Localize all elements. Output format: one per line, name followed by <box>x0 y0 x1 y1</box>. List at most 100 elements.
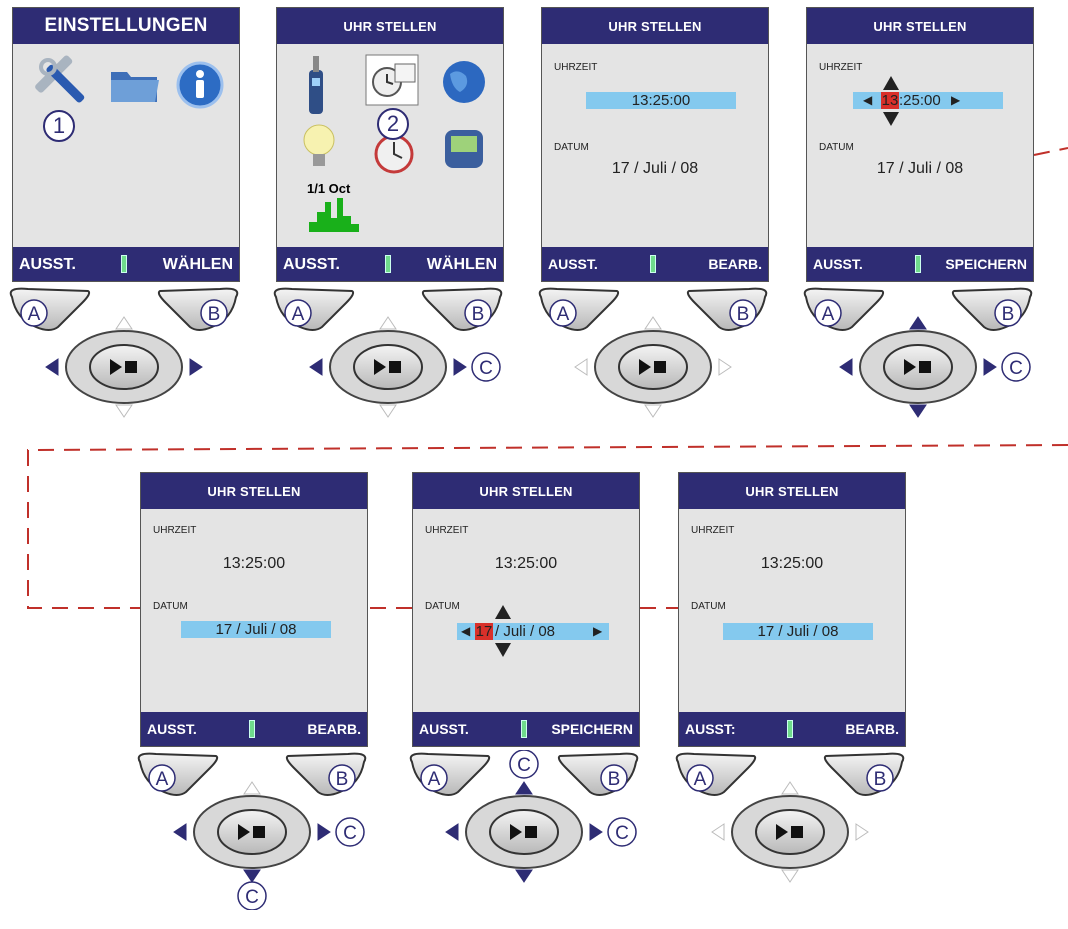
screen-clock-edit-time: UHR STELLEN UHRZEIT ◀ 13 :25:00 ▶ DATUM … <box>806 7 1034 282</box>
time-edit-field[interactable]: ◀ 13 :25:00 ▶ <box>853 92 1003 109</box>
battery-icon <box>521 720 527 738</box>
control-pad-1: AB <box>9 287 239 418</box>
date-value-field[interactable]: 17 / Juli / 08 <box>723 623 873 640</box>
time-label: UHRZEIT <box>153 525 197 536</box>
play-stop-button[interactable] <box>89 344 159 390</box>
octave-band-icon[interactable] <box>307 194 361 234</box>
octave-label: 1/1 Oct <box>307 181 351 196</box>
c-right-marker-letter: C <box>343 823 357 844</box>
right-arrow-button[interactable] <box>855 823 869 841</box>
down-arrow-button[interactable] <box>379 404 397 418</box>
play-stop-button[interactable] <box>618 344 688 390</box>
day-selected[interactable]: 17 <box>475 623 493 640</box>
right-arrow-icon: ▶ <box>951 93 961 107</box>
control-pad-2: A B C <box>273 287 503 418</box>
right-arrow-button[interactable] <box>589 823 603 841</box>
right-arrow-button[interactable] <box>983 358 997 376</box>
info-icon[interactable] <box>175 60 225 110</box>
softkey-b-label: BEARB. <box>307 721 361 737</box>
softkey-a-letter: A <box>428 769 441 790</box>
down-arrow-button[interactable] <box>644 404 662 418</box>
up-arrow-button[interactable] <box>515 781 533 795</box>
left-arrow-button[interactable] <box>173 823 187 841</box>
softkey-bar: AUSST. SPEICHERN <box>413 712 639 746</box>
up-arrow-button[interactable] <box>909 316 927 330</box>
stop-icon <box>125 361 137 373</box>
softkey-a-label: AUSST. <box>283 256 340 273</box>
down-arrow-button[interactable] <box>243 869 261 883</box>
softkey-b-letter: B <box>737 304 750 325</box>
screen-clock-menu: UHR STELLEN 1/1 Oct 2 AUSST. WÄHLEN <box>276 7 504 282</box>
screen-clock-edit-date: UHR STELLEN UHRZEIT 13:25:00 DATUM ◀ 17 … <box>412 472 640 747</box>
c-up-marker-letter: C <box>517 755 531 776</box>
globe-icon[interactable] <box>440 58 488 106</box>
battery-icon <box>385 255 391 273</box>
left-arrow-button[interactable] <box>711 823 725 841</box>
time-value-field[interactable]: 13:25:00 <box>586 92 736 109</box>
play-stop-button[interactable] <box>217 809 287 855</box>
down-arrow-button[interactable] <box>909 404 927 418</box>
right-arrow-button[interactable] <box>453 358 467 376</box>
time-label: UHRZEIT <box>425 525 469 536</box>
tools-icon[interactable] <box>35 54 95 114</box>
play-stop-button[interactable] <box>489 809 559 855</box>
up-arrow-button[interactable] <box>379 316 397 330</box>
softkey-bar: AUSST. WÄHLEN <box>277 247 503 281</box>
screen-clock-view-date: UHR STELLEN UHRZEIT 13:25:00 DATUM 17 / … <box>140 472 368 747</box>
screen-clock-saved: UHR STELLEN UHRZEIT 13:25:00 DATUM 17 / … <box>678 472 906 747</box>
date-edit-field[interactable]: ◀ 17 / Juli / 08 ▶ <box>457 623 609 640</box>
softkey-b-letter: B <box>1002 304 1015 325</box>
left-arrow-button[interactable] <box>45 358 59 376</box>
folder-icon[interactable] <box>109 66 161 106</box>
up-arrow-button[interactable] <box>243 781 261 795</box>
left-arrow-button[interactable] <box>309 358 323 376</box>
time-rest: :25:00 <box>899 92 941 109</box>
stop-icon <box>791 826 803 838</box>
device-icon[interactable] <box>441 126 487 172</box>
left-arrow-button[interactable] <box>445 823 459 841</box>
lightbulb-icon[interactable] <box>299 122 339 174</box>
down-arrow-button[interactable] <box>781 869 799 883</box>
up-arrow-button[interactable] <box>115 316 133 330</box>
softkey-b-label: SPEICHERN <box>551 721 633 737</box>
left-arrow-button[interactable] <box>574 358 588 376</box>
play-stop-button[interactable] <box>353 344 423 390</box>
softkey-a-label: AUSST. <box>813 256 863 272</box>
time-label: UHRZEIT <box>691 525 735 536</box>
softkey-a-letter: A <box>694 769 707 790</box>
softkey-a-label: AUSST. <box>147 721 197 737</box>
right-arrow-button[interactable] <box>317 823 331 841</box>
softkey-a-label: AUSST. <box>19 256 76 273</box>
down-arrow-button[interactable] <box>515 869 533 883</box>
screen-title: EINSTELLUNGEN <box>13 8 239 44</box>
up-arrow-button[interactable] <box>781 781 799 795</box>
softkey-b-letter: B <box>472 304 485 325</box>
play-stop-button[interactable] <box>755 809 825 855</box>
softkey-b-label: WÄHLEN <box>162 256 233 273</box>
time-label: UHRZEIT <box>819 62 863 73</box>
play-stop-button[interactable] <box>883 344 953 390</box>
softkey-a-label: AUSST: <box>685 721 736 737</box>
date-label: DATUM <box>153 601 188 612</box>
screen-title: UHR STELLEN <box>413 473 639 509</box>
softkey-b-letter: B <box>208 304 221 325</box>
softkey-bar: AUSST. BEARB. <box>542 247 768 281</box>
date-value: 17 / Juli / 08 <box>876 160 964 177</box>
stop-icon <box>389 361 401 373</box>
time-value: 13:25:00 <box>760 555 824 572</box>
softkey-b-letter: B <box>336 769 349 790</box>
right-arrow-button[interactable] <box>189 358 203 376</box>
date-value-field[interactable]: 17 / Juli / 08 <box>181 621 331 638</box>
sound-meter-icon[interactable] <box>293 52 337 116</box>
right-arrow-button[interactable] <box>718 358 732 376</box>
down-arrow-button[interactable] <box>115 404 133 418</box>
c-right-marker-letter: C <box>479 358 493 379</box>
softkey-a-letter: A <box>822 304 835 325</box>
left-arrow-button[interactable] <box>839 358 853 376</box>
softkey-b-label: WÄHLEN <box>426 256 497 273</box>
control-pad-3: AB <box>538 287 768 418</box>
screen-title: UHR STELLEN <box>679 473 905 509</box>
date-label: DATUM <box>819 142 854 153</box>
clock-calendar-icon[interactable] <box>365 54 419 106</box>
up-arrow-button[interactable] <box>644 316 662 330</box>
